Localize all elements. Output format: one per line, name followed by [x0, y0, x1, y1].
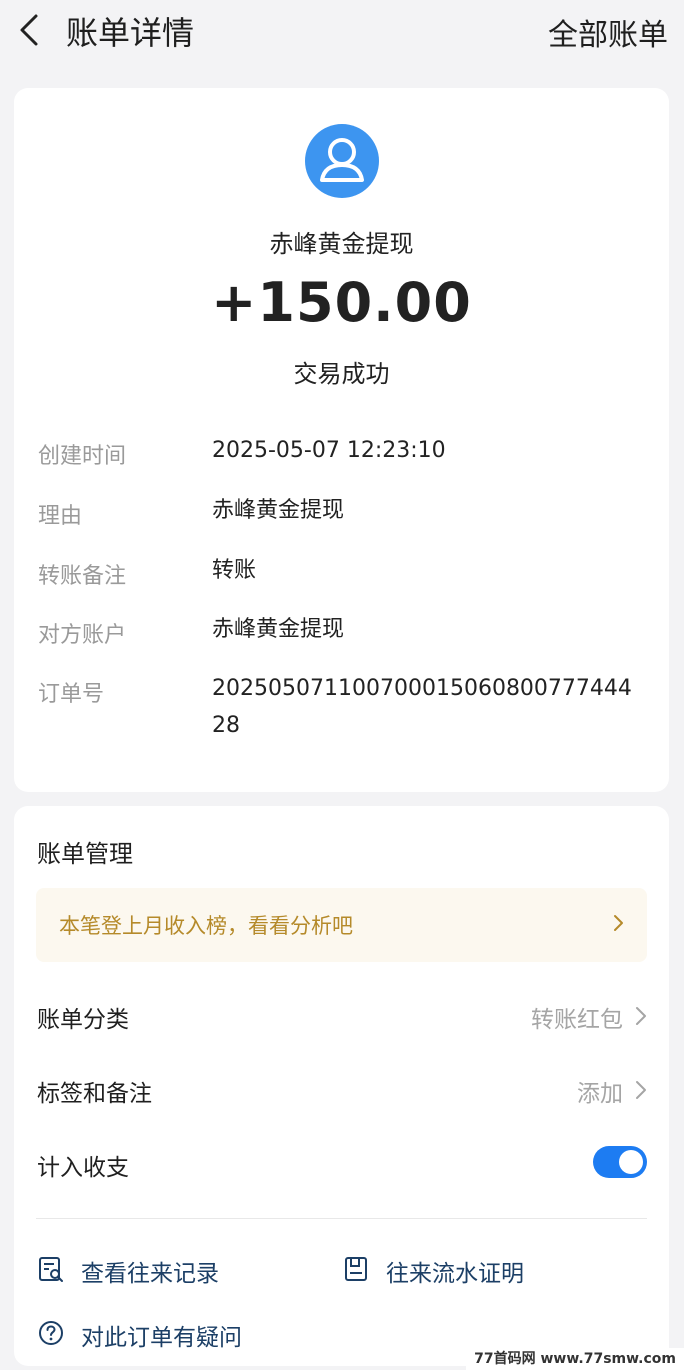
- order-number-value[interactable]: 20250507110070001506080077744428: [212, 670, 642, 744]
- detail-label: 理由: [38, 504, 83, 529]
- top-bar: 账单详情 全部账单: [0, 0, 684, 62]
- records-search-icon: [39, 1257, 63, 1282]
- row-label: 计入收支: [37, 1155, 129, 1181]
- site-watermark: 77首码网 www.77smw.com: [466, 1348, 684, 1370]
- transaction-card: 赤峰黄金提现 +150.00 交易成功 创建时间 2025-05-07 12:2…: [14, 88, 669, 792]
- detail-label: 订单号: [38, 682, 105, 707]
- all-bills-link[interactable]: 全部账单: [548, 10, 668, 54]
- payee-name: 赤峰黄金提现: [269, 230, 414, 258]
- link-label: 查看往来记录: [81, 1261, 219, 1287]
- order-question-link[interactable]: 对此订单有疑问: [37, 1316, 297, 1351]
- document-proof-icon: [345, 1257, 367, 1281]
- question-circle-icon: [39, 1321, 63, 1345]
- chevron-right-icon: [614, 915, 623, 931]
- bill-management-card: 账单管理 本笔登上月收入榜，看看分析吧 账单分类 转账红包 标签和备注 添加 计…: [14, 806, 669, 1366]
- detail-value: 赤峰黄金提现: [212, 617, 345, 642]
- page-title: 账单详情: [66, 14, 195, 52]
- chevron-right-icon: [636, 1007, 646, 1025]
- income-ranking-banner[interactable]: 本笔登上月收入榜，看看分析吧: [36, 888, 647, 962]
- view-records-link[interactable]: 查看往来记录: [37, 1252, 277, 1287]
- include-toggle[interactable]: [593, 1146, 647, 1178]
- detail-value: 赤峰黄金提现: [212, 498, 345, 523]
- detail-value: 转账: [212, 558, 257, 583]
- transaction-status: 交易成功: [293, 360, 390, 388]
- row-label: 账单分类: [37, 1007, 129, 1033]
- toggle-knob: [619, 1150, 643, 1174]
- chevron-right-icon: [636, 1081, 646, 1099]
- detail-label: 对方账户: [38, 623, 127, 648]
- detail-value: 2025-05-07 12:23:10: [212, 438, 446, 463]
- user-avatar-icon: [305, 124, 379, 198]
- back-arrow-icon[interactable]: [14, 10, 46, 50]
- link-label: 往来流水证明: [386, 1261, 524, 1287]
- link-label: 对此订单有疑问: [81, 1325, 242, 1351]
- transaction-proof-link[interactable]: 往来流水证明: [342, 1252, 582, 1287]
- tags-notes-row[interactable]: 标签和备注 添加: [14, 1066, 669, 1116]
- promo-text: 本笔登上月收入榜，看看分析吧: [59, 914, 353, 938]
- row-value: 添加: [577, 1081, 623, 1107]
- transaction-amount: +150.00: [211, 271, 472, 334]
- row-value: 转账红包: [531, 1007, 623, 1033]
- section-title: 账单管理: [37, 840, 133, 868]
- include-in-budget-row: 计入收支: [14, 1140, 669, 1190]
- divider: [36, 1218, 647, 1219]
- detail-label: 创建时间: [38, 444, 127, 469]
- bill-category-row[interactable]: 账单分类 转账红包: [14, 992, 669, 1042]
- row-label: 标签和备注: [37, 1081, 152, 1107]
- detail-label: 转账备注: [38, 564, 127, 589]
